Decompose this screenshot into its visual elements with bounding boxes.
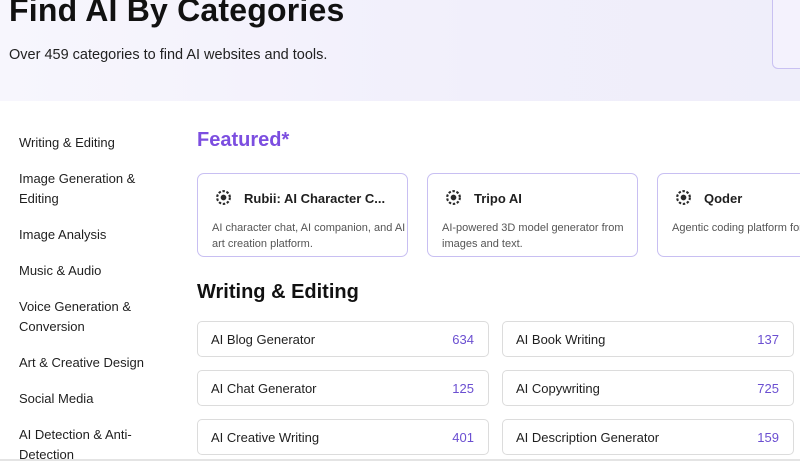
category-count: 401 [452, 430, 474, 445]
featured-card-name: Rubii: AI Character C... [244, 191, 386, 206]
sidebar-item-voice-generation[interactable]: Voice Generation & Conversion [19, 297, 164, 337]
app-logo-icon [676, 190, 691, 205]
featured-card-name: Qoder [704, 191, 743, 206]
category-card[interactable]: AI Copywriting 725 [502, 370, 794, 406]
category-card[interactable]: AI Chat Generator 125 [197, 370, 489, 406]
sidebar-item-social-media[interactable]: Social Media [19, 389, 164, 409]
sidebar-item-music-audio[interactable]: Music & Audio [19, 261, 164, 281]
featured-card-name: Tripo AI [474, 191, 522, 206]
featured-heading: Featured* [197, 129, 290, 151]
category-card[interactable]: AI Creative Writing 401 [197, 419, 489, 455]
section-heading: Writing & Editing [197, 281, 359, 303]
featured-card-description: AI character chat, AI companion, and AI … [212, 222, 406, 250]
app-logo-icon [216, 190, 231, 205]
category-count: 725 [757, 381, 779, 396]
category-card[interactable]: AI Blog Generator 634 [197, 321, 489, 357]
category-sidebar: Writing & Editing Image Generation & Edi… [0, 101, 180, 462]
category-name: AI Chat Generator [211, 381, 317, 396]
hero-side-card[interactable] [772, 0, 800, 69]
featured-card-rubii[interactable]: Rubii: AI Character C... AI character ch… [197, 173, 408, 257]
category-card[interactable]: AI Book Writing 137 [502, 321, 794, 357]
category-count: 137 [757, 332, 779, 347]
category-name: AI Copywriting [516, 381, 600, 396]
featured-card-description: Agentic coding platform for software dev… [672, 222, 800, 234]
category-name: AI Creative Writing [211, 430, 320, 445]
page-title: Find AI By Categories [9, 0, 345, 28]
category-count: 634 [452, 332, 474, 347]
sidebar-item-image-analysis[interactable]: Image Analysis [19, 225, 164, 245]
page-subtitle: Over 459 categories to find AI websites … [9, 47, 328, 63]
app-logo-icon [446, 190, 461, 205]
sidebar-item-writing-editing[interactable]: Writing & Editing [19, 133, 164, 153]
featured-card-description: AI-powered 3D model generator from image… [442, 222, 624, 250]
featured-card-tripo[interactable]: Tripo AI AI-powered 3D model generator f… [427, 173, 638, 257]
hero-banner: Find AI By Categories Over 459 categorie… [0, 0, 800, 101]
sidebar-item-image-generation[interactable]: Image Generation & Editing [19, 169, 164, 209]
category-count: 159 [757, 430, 779, 445]
sidebar-item-art-design[interactable]: Art & Creative Design [19, 353, 164, 373]
category-name: AI Blog Generator [211, 332, 316, 347]
category-card[interactable]: AI Description Generator 159 [502, 419, 794, 455]
featured-card-qoder[interactable]: Qoder Agentic coding platform for softwa… [657, 173, 800, 257]
category-name: AI Book Writing [516, 332, 606, 347]
category-name: AI Description Generator [516, 430, 660, 445]
category-count: 125 [452, 381, 474, 396]
